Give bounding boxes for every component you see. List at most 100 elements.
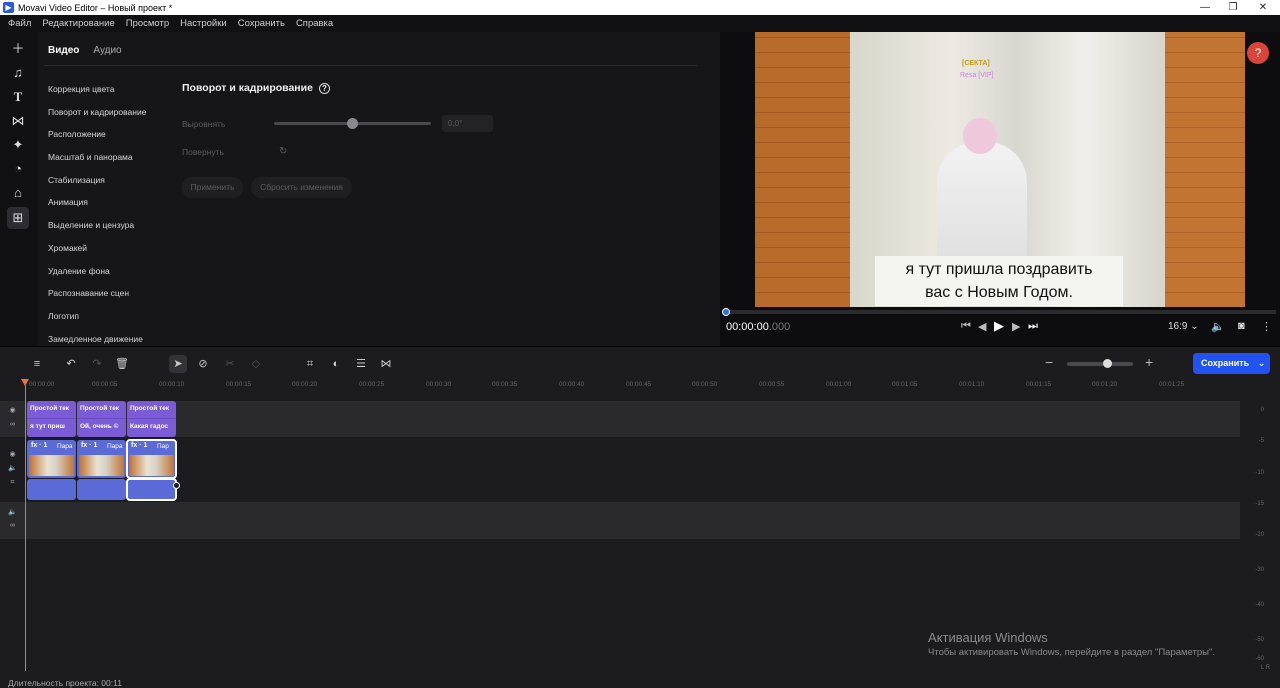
snapshot-icon[interactable]: ◙ (1238, 320, 1245, 332)
stickers-icon[interactable]: ◔ (7, 158, 29, 180)
more-options-icon[interactable]: ⋮ (1261, 320, 1272, 333)
more-tools-icon[interactable]: ⊞ (7, 207, 29, 229)
tool-position[interactable]: Расположение (48, 129, 146, 152)
timeline-zoom-knob[interactable] (1103, 359, 1112, 368)
maximize-button[interactable]: ❐ (1218, 0, 1248, 15)
subtitle-line-1: я тут пришла поздравить (905, 261, 1093, 278)
text-track[interactable] (0, 401, 1240, 437)
video-track[interactable] (0, 438, 1240, 501)
add-track-icon[interactable]: ≡ (28, 355, 46, 373)
crop-icon[interactable]: ⌗ (301, 355, 319, 373)
go-to-start-icon[interactable]: ⏮ (961, 320, 971, 333)
blade-off-icon[interactable]: ⊘ (194, 355, 212, 373)
video-clip-selected[interactable]: fx · 1 Пар (126, 439, 177, 479)
audio-track-volume-icon[interactable]: 🔈 (0, 508, 25, 516)
tool-rotate-crop[interactable]: Поворот и кадрирование (48, 107, 146, 130)
play-icon[interactable]: ▶ (994, 318, 1004, 334)
marker-icon[interactable]: ◇ (247, 355, 265, 373)
cut-icon[interactable]: ✂ (221, 355, 239, 373)
clip-audio-selected[interactable] (126, 478, 177, 501)
tool-scene-detection[interactable]: Распознавание сцен (48, 288, 146, 311)
delete-icon[interactable]: 🗑 (113, 355, 131, 373)
tool-highlight-censor[interactable]: Выделение и цензура (48, 220, 146, 243)
clip-tools-icon[interactable]: ⌂ (7, 182, 29, 204)
menu-edit[interactable]: Редактирование (42, 18, 114, 29)
menu-file[interactable]: Файл (8, 18, 31, 29)
close-button[interactable]: ✕ (1248, 0, 1278, 15)
audio-track[interactable] (0, 502, 1240, 539)
video-track-volume-icon[interactable]: 🔈 (0, 464, 25, 472)
step-back-icon[interactable]: ◀ (978, 320, 986, 333)
adjust-icon[interactable]: ☰ (352, 355, 370, 373)
timeline-ruler[interactable]: 00:00:00 00:00:05 00:00:10 00:00:15 00:0… (0, 379, 1240, 398)
video-clip[interactable]: fx · 1 Пара (77, 440, 126, 478)
video-track-settings-icon[interactable]: ⌗ (0, 479, 25, 487)
ruler-tick: 00:01:10 (959, 381, 985, 388)
go-to-end-icon[interactable]: ⏭ (1028, 320, 1038, 333)
text-icon[interactable]: T (7, 86, 29, 108)
help-icon[interactable]: ? (318, 82, 330, 94)
music-icon[interactable]: ♫ (7, 62, 29, 84)
speed-icon[interactable]: ◐ (327, 355, 345, 373)
zoom-in-icon[interactable]: + (1145, 354, 1153, 370)
video-track-visibility-icon[interactable]: ◉ (0, 450, 25, 458)
save-button[interactable]: Сохранить ⌄ (1193, 353, 1270, 374)
meter-tick: 0 (1260, 407, 1264, 413)
minimize-button[interactable]: — (1190, 0, 1220, 15)
transitions-icon[interactable]: ⋈ (7, 110, 29, 132)
menu-view[interactable]: Просмотр (126, 18, 169, 29)
tool-chroma-key[interactable]: Хромакей (48, 243, 146, 266)
playhead-handle-icon[interactable] (21, 379, 29, 386)
align-slider[interactable] (274, 118, 431, 129)
text-clip[interactable]: Простой тек Ой, очень © (77, 401, 126, 437)
tool-background-removal[interactable]: Удаление фона (48, 266, 146, 289)
video-frame[interactable]: [СЕКТА] Resa [VIP] я тут пришла поздрави… (755, 32, 1245, 307)
zoom-out-icon[interactable]: − (1045, 354, 1053, 370)
ruler-tick: 00:00:25 (359, 381, 385, 388)
menu-help[interactable]: Справка (296, 18, 333, 29)
align-slider-knob[interactable] (347, 118, 358, 129)
clip-fx-badge[interactable]: fx · 1 (131, 442, 147, 449)
add-media-icon[interactable]: ＋ (7, 38, 29, 60)
text-track-link-icon[interactable]: ∞ (0, 421, 25, 428)
align-value-field[interactable]: 0,0° (442, 115, 493, 132)
tool-stabilization[interactable]: Стабилизация (48, 175, 146, 198)
tool-animation[interactable]: Анимация (48, 197, 146, 220)
filters-icon[interactable]: ✦ (7, 134, 29, 156)
aspect-ratio-select[interactable]: 16:9 ⌄ (1168, 321, 1199, 332)
menu-save[interactable]: Сохранить (238, 18, 285, 29)
timecode: 00:00:00.000 (726, 321, 790, 333)
tab-audio[interactable]: Аудио (93, 45, 121, 56)
help-button[interactable]: ? (1247, 42, 1269, 64)
text-clip[interactable]: Простой тек Какая гадос (127, 401, 176, 437)
clip-audio[interactable] (27, 479, 76, 500)
timeline-playhead[interactable] (21, 379, 29, 671)
tab-video[interactable]: Видео (48, 45, 79, 56)
clip-audio[interactable] (77, 479, 126, 500)
redo-icon[interactable]: ↷ (88, 355, 106, 373)
transition-icon[interactable]: ⋈ (377, 355, 395, 373)
apply-button[interactable]: Применить (182, 177, 243, 198)
undo-icon[interactable]: ↶ (62, 355, 80, 373)
rotate-icon[interactable]: ↻ (279, 146, 287, 157)
player-tag: [СЕКТА] (962, 60, 990, 67)
select-tool-icon[interactable]: ➤ (169, 355, 187, 373)
playback-progress[interactable] (722, 308, 1276, 316)
text-track-visibility-icon[interactable]: ◉ (0, 406, 25, 414)
tool-zoom-pan[interactable]: Масштаб и панорама (48, 152, 146, 175)
section-title: Поворот и кадрирование (182, 82, 313, 94)
video-clip[interactable]: fx · 1 Пара (27, 440, 76, 478)
clip-fx-badge[interactable]: fx · 1 (81, 442, 97, 449)
playback-scrubber[interactable] (722, 308, 730, 316)
menu-settings[interactable]: Настройки (180, 18, 227, 29)
reset-changes-button[interactable]: Сбросить изменения (251, 177, 352, 198)
audio-track-link-icon[interactable]: ∞ (0, 522, 25, 529)
step-forward-icon[interactable]: ▶ (1012, 320, 1020, 333)
clip-fx-badge[interactable]: fx · 1 (31, 442, 47, 449)
text-clip[interactable]: Простой тек я тут приш (27, 401, 76, 437)
audio-fade-handle[interactable] (173, 482, 180, 489)
timeline-zoom-slider[interactable] (1067, 359, 1133, 368)
tool-color-correction[interactable]: Коррекция цвета (48, 84, 146, 107)
tool-logo[interactable]: Логотип (48, 311, 146, 334)
volume-icon[interactable]: 🔈 (1211, 320, 1225, 333)
